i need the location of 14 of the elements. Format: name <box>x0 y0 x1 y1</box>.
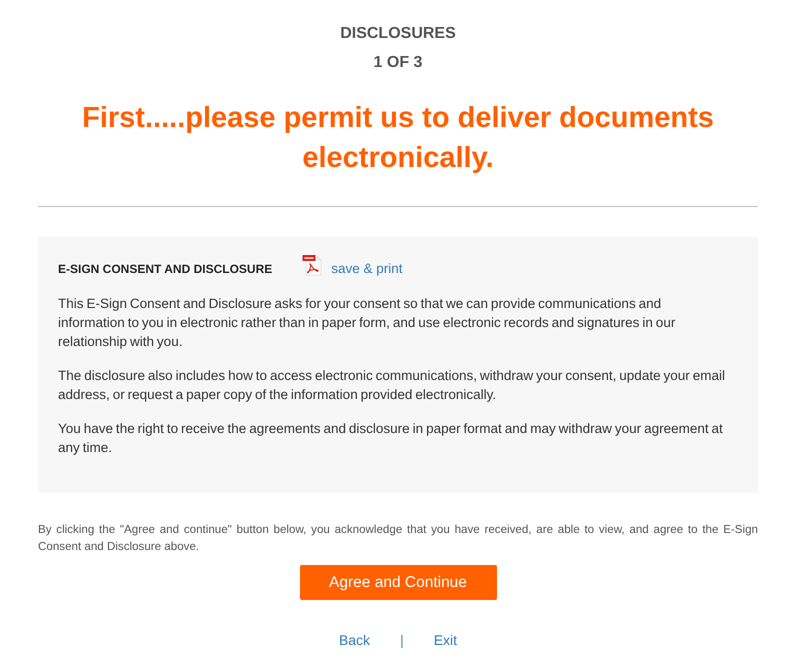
headline: First.....please permit us to deliver documents electronically. <box>81 101 715 176</box>
footer-link[interactable]: Exit <box>434 630 458 650</box>
section-title: DISCLOSURES <box>340 24 456 44</box>
agree-and-continue-button[interactable]: Agree and Continue <box>300 565 496 600</box>
pdf-file-icon[interactable] <box>302 254 322 276</box>
link-separator: | <box>400 631 404 650</box>
panel-title: E-SIGN CONSENT AND DISCLOSURE <box>58 261 272 278</box>
agreement-note: By clicking the "Agree and continue" button below, you acknowledge that you have received, are able to view, and agree to the E-Sign Consent and Disclosure above. <box>38 522 758 555</box>
disclosure-paragraph: You have the right to receive the agreements and disclosure in paper format and may withdraw your agreement at any time. <box>58 420 724 457</box>
save-print-link[interactable]: save & print <box>331 259 403 279</box>
footer-link[interactable]: Back <box>338 630 370 650</box>
disclosure-paragraph: The disclosure also includes how to access electronic communications, withdraw your consent, update your email address, or request a paper copy of the information provided electronically. <box>58 367 726 404</box>
disclosure-paragraph: This E-Sign Consent and Disclosure asks for your consent so that we can provide communications and information to you in electronic rather than in paper form, and use electronic records and signatures in our relationship with you. <box>58 295 676 351</box>
step-indicator: 1 OF 3 <box>374 53 422 73</box>
